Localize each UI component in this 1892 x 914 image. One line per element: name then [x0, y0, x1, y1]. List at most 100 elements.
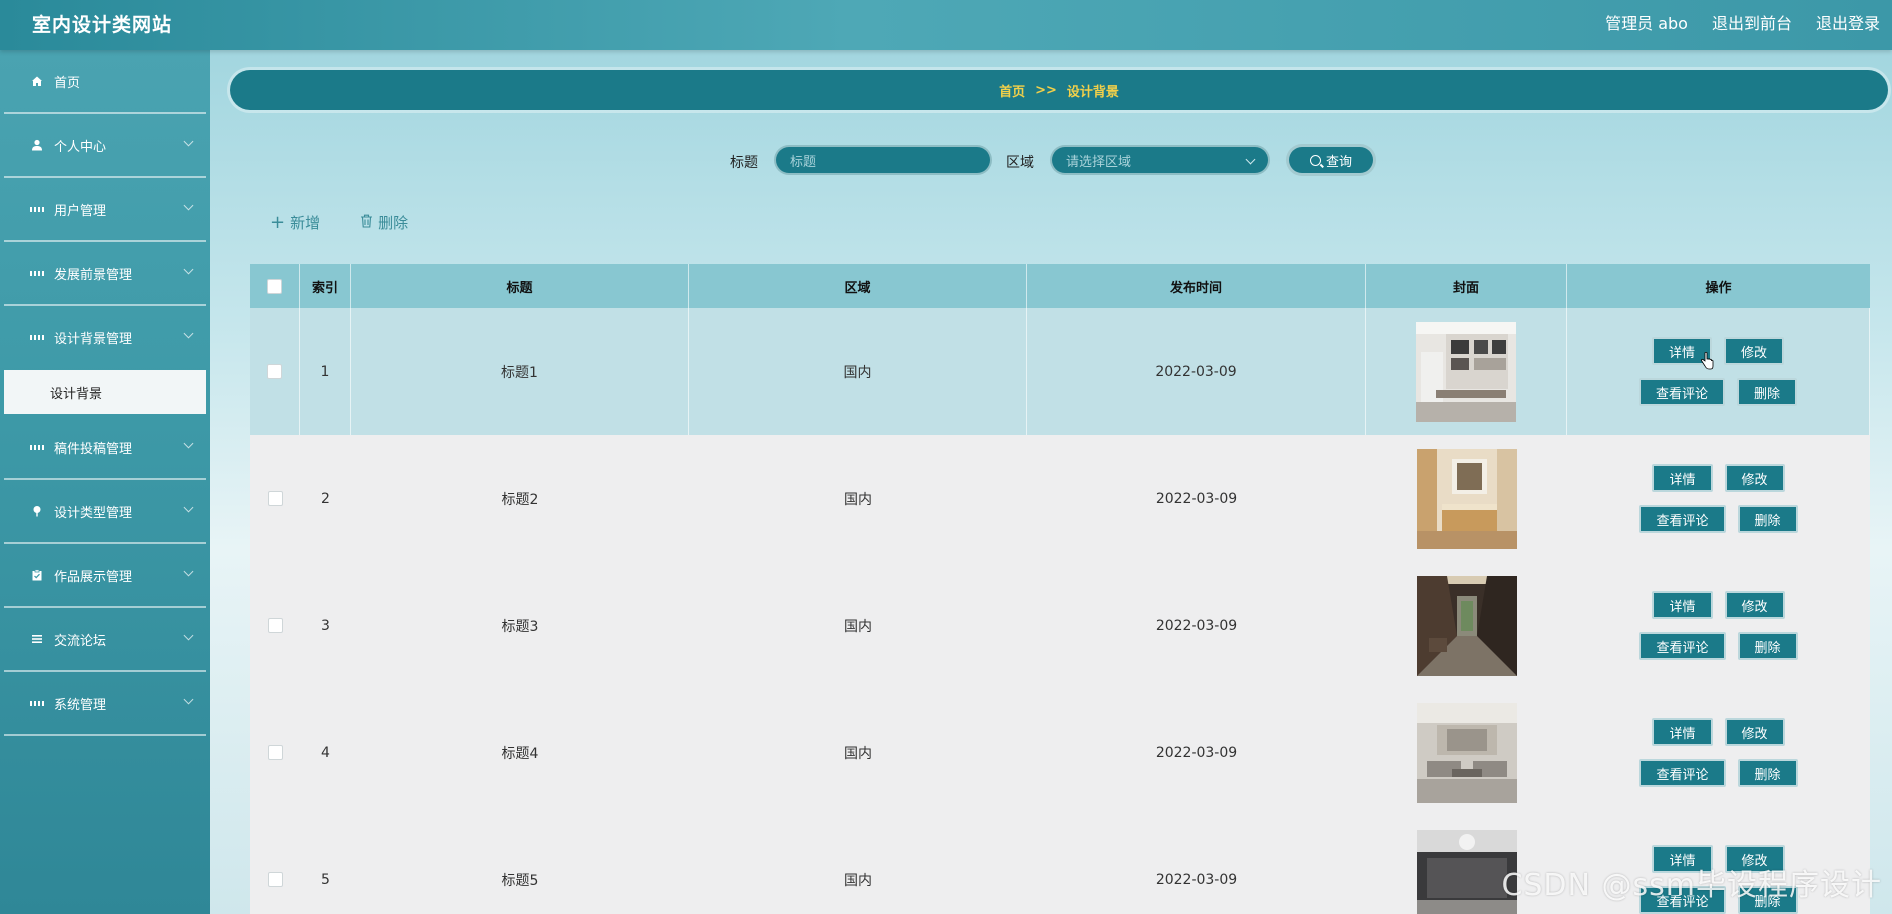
view-comments-button[interactable]: 查看评论: [1638, 378, 1725, 406]
sidebar-item-system-management[interactable]: 系统管理: [4, 672, 206, 736]
view-comments-button[interactable]: 查看评论: [1639, 632, 1726, 660]
title-search-input[interactable]: 标题: [774, 145, 992, 175]
row-operations-cell: 详情 修改 查看评论 删除: [1567, 562, 1870, 689]
chevron-up-icon: [183, 328, 194, 339]
row-title: 标题3: [501, 618, 539, 635]
sidebar-item-forum[interactable]: 交流论坛: [4, 608, 206, 672]
edit-button[interactable]: 修改: [1724, 337, 1785, 365]
row-publish-time: 2022-03-09: [1155, 617, 1238, 634]
plus-icon: +: [270, 211, 286, 233]
area-search-label: 区域: [1006, 155, 1034, 171]
breadcrumb-separator: >>: [1035, 82, 1057, 98]
sidebar-item-works-management[interactable]: 作品展示管理: [4, 544, 206, 608]
row-operations-cell: 详情 修改 查看评论 删除: [1567, 308, 1870, 435]
header-nav: 管理员 abo 退出到前台 退出登录: [1605, 10, 1880, 34]
row-checkbox[interactable]: [267, 872, 283, 887]
row-checkbox[interactable]: [267, 618, 283, 633]
table-row[interactable]: 4 标题4 国内 2022-03-09 详情 修改 查看评论 删除: [250, 689, 1870, 816]
row-title: 标题2: [501, 491, 539, 508]
row-checkbox[interactable]: [267, 364, 282, 379]
delete-button[interactable]: 删除: [1737, 378, 1798, 406]
grid-icon: [30, 696, 44, 710]
logout-link[interactable]: 退出登录: [1816, 10, 1880, 34]
view-comments-button[interactable]: 查看评论: [1639, 505, 1726, 533]
hand-cursor-icon: [1701, 352, 1714, 370]
chevron-down-icon: [183, 502, 194, 513]
cover-image[interactable]: [1416, 448, 1517, 549]
row-select-cell: [250, 816, 300, 914]
breadcrumb-home[interactable]: 首页: [999, 81, 1025, 100]
delete-button[interactable]: 删除: [1737, 505, 1798, 533]
query-button[interactable]: 查询: [1286, 144, 1376, 176]
search-bar: 标题 标题 区域 请选择区域 查询: [0, 144, 1892, 178]
table-row[interactable]: 2 标题2 国内 2022-03-09 详情 修改 查看评论 删除: [250, 435, 1870, 562]
exit-to-front-link[interactable]: 退出到前台: [1712, 10, 1792, 34]
delete-button-label: 删除: [378, 214, 409, 232]
area-select[interactable]: 请选择区域: [1050, 145, 1270, 175]
detail-button[interactable]: 详情: [1652, 718, 1713, 746]
grid-icon: [30, 202, 44, 216]
row-select-cell: [250, 689, 300, 816]
detail-button[interactable]: 详情: [1652, 591, 1713, 619]
row-title: 标题4: [501, 745, 539, 762]
row-publish-time: 2022-03-09: [1155, 871, 1238, 888]
sidebar-item-label: 交流论坛: [54, 633, 107, 649]
sidebar-item-home[interactable]: 首页: [4, 50, 206, 114]
edit-button[interactable]: 修改: [1724, 718, 1785, 746]
clipboard-icon: [30, 568, 44, 582]
row-index: 4: [321, 744, 330, 761]
delete-button[interactable]: 删除: [1737, 759, 1798, 787]
sidebar-item-label: 发展前景管理: [54, 267, 133, 283]
chevron-down-icon: [183, 438, 194, 449]
chevron-down-icon: [183, 264, 194, 275]
add-button[interactable]: + 新增: [270, 212, 320, 233]
row-publish-time: 2022-03-09: [1027, 308, 1366, 435]
sidebar-item-design-background-management[interactable]: 设计背景管理: [4, 306, 206, 368]
row-cover-cell: [1366, 689, 1567, 816]
column-header-cover: 封面: [1366, 264, 1567, 308]
row-operations: 详情 修改 查看评论 删除: [1604, 464, 1834, 533]
top-header: 室内设计类网站 管理员 abo 退出到前台 退出登录: [0, 0, 1892, 50]
cover-image[interactable]: [1416, 702, 1517, 803]
row-index: 5: [321, 871, 330, 888]
detail-button[interactable]: 详情: [1652, 464, 1713, 492]
row-checkbox[interactable]: [267, 745, 283, 760]
edit-button[interactable]: 修改: [1724, 591, 1785, 619]
row-index: 2: [321, 490, 330, 507]
row-publish-time: 2022-03-09: [1155, 744, 1238, 761]
header-select-all-cell: [250, 264, 300, 308]
title-search-label: 标题: [730, 155, 758, 171]
sidebar-item-user-management[interactable]: 用户管理: [4, 178, 206, 242]
sidebar-item-label: 设计背景管理: [54, 331, 133, 347]
grid-icon: [30, 440, 44, 454]
cover-image[interactable]: [1416, 321, 1516, 422]
row-operations: 详情 修改 查看评论 删除: [1604, 718, 1834, 787]
add-button-label: 新增: [290, 214, 321, 232]
table-row[interactable]: 1 标题1 国内 2022-03-09 详情 修改 查看评论 删除: [250, 308, 1870, 435]
table-row[interactable]: 3 标题3 国内 2022-03-09 详情 修改 查看评论 删除: [250, 562, 1870, 689]
row-operations-cell: 详情 修改 查看评论 删除: [1567, 689, 1870, 816]
row-area: 国内: [844, 872, 872, 889]
column-header-publish-time: 发布时间: [1027, 264, 1366, 308]
admin-user-link[interactable]: 管理员 abo: [1605, 10, 1688, 34]
batch-delete-button[interactable]: 删除: [360, 212, 408, 233]
breadcrumb: 首页 >> 设计背景: [230, 70, 1888, 110]
breadcrumb-current: 设计背景: [1066, 84, 1119, 100]
delete-button[interactable]: 删除: [1737, 632, 1798, 660]
row-select-cell: [250, 562, 300, 689]
cover-image[interactable]: [1416, 575, 1517, 676]
edit-button[interactable]: 修改: [1724, 464, 1785, 492]
select-all-checkbox[interactable]: [267, 278, 282, 294]
app-root: 室内设计类网站 管理员 abo 退出到前台 退出登录 首页 个人中心 用户管理: [0, 0, 1892, 914]
column-header-operations: 操作: [1705, 280, 1732, 296]
row-area: 国内: [844, 491, 872, 508]
data-table: 索引 标题 区域 发布时间 封面 操作 1 标题1 国内 2022-03-09: [250, 264, 1870, 914]
chevron-down-icon: [183, 200, 194, 211]
row-checkbox[interactable]: [267, 491, 283, 506]
sidebar-item-design-type-management[interactable]: 设计类型管理: [4, 480, 206, 544]
sidebar-item-prospect-management[interactable]: 发展前景管理: [4, 242, 206, 306]
sidebar-item-submission-management[interactable]: 稿件投稿管理: [4, 416, 206, 480]
sidebar-subitem-design-background[interactable]: 设计背景: [4, 370, 206, 414]
sidebar-item-label: 系统管理: [54, 697, 107, 713]
view-comments-button[interactable]: 查看评论: [1639, 759, 1726, 787]
